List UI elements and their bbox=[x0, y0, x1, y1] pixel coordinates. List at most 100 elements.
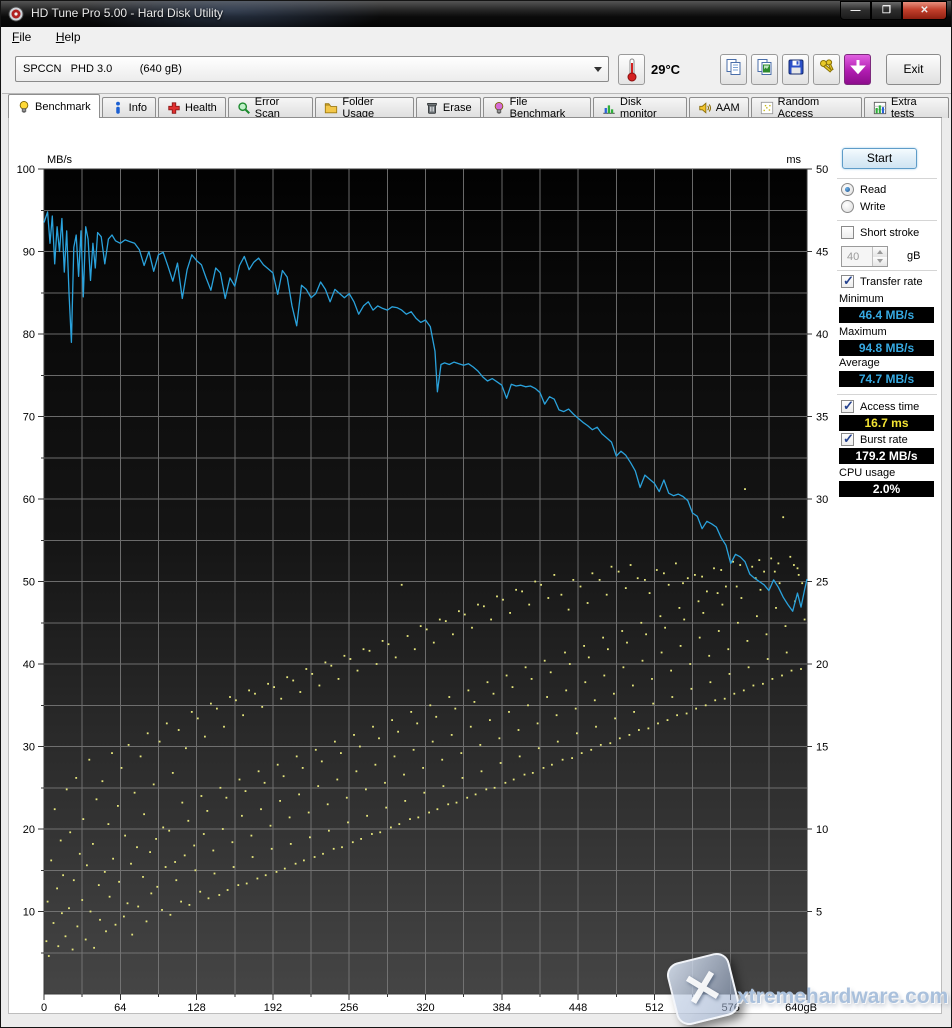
chevron-down-icon bbox=[594, 67, 602, 72]
svg-text:70: 70 bbox=[23, 412, 35, 424]
window-title: HD Tune Pro 5.00 - Hard Disk Utility bbox=[31, 6, 224, 20]
menu-item-file[interactable]: File bbox=[2, 27, 41, 46]
read-radio[interactable]: Read bbox=[841, 183, 886, 196]
error-scan-icon bbox=[237, 101, 251, 115]
svg-text:512: 512 bbox=[645, 1002, 663, 1014]
separator bbox=[837, 270, 937, 272]
maximum-value: 94.8 MB/s bbox=[839, 340, 934, 356]
svg-text:15: 15 bbox=[816, 742, 828, 754]
tab-file-benchmark[interactable]: File Benchmark bbox=[482, 96, 592, 120]
spin-up-icon[interactable] bbox=[873, 247, 887, 257]
svg-text:60: 60 bbox=[23, 494, 35, 506]
svg-text:5: 5 bbox=[816, 907, 822, 919]
options-button[interactable] bbox=[813, 54, 840, 85]
svg-text:ms: ms bbox=[786, 154, 801, 166]
tab-random-access[interactable]: Random Access bbox=[750, 96, 862, 120]
svg-text:448: 448 bbox=[569, 1002, 587, 1014]
copy-image-icon bbox=[755, 57, 775, 82]
health-icon bbox=[167, 101, 181, 115]
minimum-value: 46.4 MB/s bbox=[839, 307, 934, 323]
aam-icon bbox=[698, 101, 712, 115]
spin-down-icon[interactable] bbox=[873, 256, 887, 266]
checkbox-box bbox=[841, 273, 854, 289]
svg-text:576: 576 bbox=[722, 1002, 740, 1014]
transfer-rate-checkbox[interactable]: Transfer rate bbox=[841, 273, 923, 289]
svg-text:MB/s: MB/s bbox=[47, 154, 73, 166]
svg-text:100: 100 bbox=[17, 164, 35, 176]
tab-extra-tests[interactable]: Extra tests bbox=[863, 96, 949, 120]
maximum-label: Maximum bbox=[839, 326, 887, 338]
svg-text:45: 45 bbox=[816, 247, 828, 259]
menubar: File Help bbox=[2, 27, 951, 47]
folder-usage-icon bbox=[324, 101, 338, 115]
temperature-value: 29°C bbox=[651, 62, 681, 77]
access-time-value: 16.7 ms bbox=[839, 415, 934, 431]
average-value: 74.7 MB/s bbox=[839, 371, 934, 387]
gridlines bbox=[44, 169, 807, 994]
tab-error-scan[interactable]: Error Scan bbox=[227, 96, 314, 120]
copy-image-button[interactable] bbox=[751, 54, 778, 85]
svg-text:90: 90 bbox=[23, 247, 35, 259]
write-radio[interactable]: Write bbox=[841, 200, 885, 213]
svg-text:320: 320 bbox=[416, 1002, 434, 1014]
tab-health[interactable]: Health bbox=[158, 97, 226, 118]
svg-text:384: 384 bbox=[493, 1002, 511, 1014]
svg-text:40: 40 bbox=[23, 659, 35, 671]
tab-benchmark[interactable]: Benchmark bbox=[8, 94, 100, 118]
svg-text:40: 40 bbox=[816, 329, 828, 341]
svg-text:640gB: 640gB bbox=[785, 1002, 817, 1014]
save-icon bbox=[786, 57, 806, 82]
tab-disk-monitor[interactable]: Disk monitor bbox=[593, 96, 687, 120]
exit-button[interactable]: Exit bbox=[886, 54, 941, 85]
temperature-button[interactable] bbox=[618, 54, 645, 85]
toolbar: SPCCN PHD 3.0 (640 gB) 29°C Exit bbox=[2, 47, 951, 94]
maximize-button[interactable]: ❐ bbox=[871, 1, 902, 20]
close-button[interactable]: ✕ bbox=[902, 1, 947, 20]
checkbox-box bbox=[841, 226, 854, 239]
random-access-icon bbox=[760, 101, 774, 115]
titlebar: HD Tune Pro 5.00 - Hard Disk Utility — ❐… bbox=[1, 1, 951, 27]
radio-dot bbox=[841, 183, 854, 196]
tab-aam[interactable]: AAM bbox=[688, 97, 749, 118]
start-button[interactable]: Start bbox=[842, 148, 917, 169]
download-icon bbox=[848, 57, 868, 82]
tab-info[interactable]: Info bbox=[101, 97, 156, 118]
access-time-checkbox[interactable]: Access time bbox=[841, 398, 919, 414]
burst-rate-value: 179.2 MB/s bbox=[839, 448, 934, 464]
thermometer-icon bbox=[619, 58, 644, 88]
svg-text:64: 64 bbox=[114, 1002, 126, 1014]
short-stroke-input[interactable]: 40 bbox=[841, 246, 888, 267]
disk-monitor-icon bbox=[602, 101, 616, 115]
svg-text:30: 30 bbox=[816, 494, 828, 506]
extra-tests-icon bbox=[873, 101, 887, 115]
svg-text:128: 128 bbox=[187, 1002, 205, 1014]
app-icon bbox=[8, 6, 24, 22]
burst-rate-checkbox[interactable]: Burst rate bbox=[841, 431, 908, 447]
tab-erase[interactable]: Erase bbox=[415, 97, 481, 118]
download-button[interactable] bbox=[844, 54, 871, 85]
drive-select[interactable]: SPCCN PHD 3.0 (640 gB) bbox=[15, 56, 609, 82]
svg-text:50: 50 bbox=[816, 164, 828, 176]
checkbox-box bbox=[841, 398, 854, 414]
drive-select-value: SPCCN PHD 3.0 (640 gB) bbox=[23, 63, 182, 75]
benchmark-icon bbox=[17, 100, 31, 114]
svg-text:30: 30 bbox=[23, 742, 35, 754]
svg-text:0: 0 bbox=[41, 1002, 47, 1014]
save-button[interactable] bbox=[782, 54, 809, 85]
erase-icon bbox=[425, 101, 439, 115]
svg-text:256: 256 bbox=[340, 1002, 358, 1014]
options-icon bbox=[817, 57, 837, 82]
short-stroke-checkbox[interactable]: Short stroke bbox=[841, 226, 919, 239]
svg-text:50: 50 bbox=[23, 577, 35, 589]
minimize-button[interactable]: — bbox=[840, 1, 871, 20]
cpu-usage-label: CPU usage bbox=[839, 467, 896, 479]
tab-folder-usage[interactable]: Folder Usage bbox=[315, 96, 414, 120]
menu-item-help[interactable]: Help bbox=[46, 27, 91, 46]
cpu-usage-value: 2.0% bbox=[839, 481, 934, 497]
separator bbox=[837, 178, 937, 180]
svg-text:35: 35 bbox=[816, 412, 828, 424]
spinner-buttons[interactable] bbox=[872, 247, 887, 266]
copy-button[interactable] bbox=[720, 54, 747, 85]
tabstrip: Benchmark Info Health Error Scan Folder Usag… bbox=[8, 94, 951, 120]
short-stroke-unit: gB bbox=[907, 250, 921, 262]
